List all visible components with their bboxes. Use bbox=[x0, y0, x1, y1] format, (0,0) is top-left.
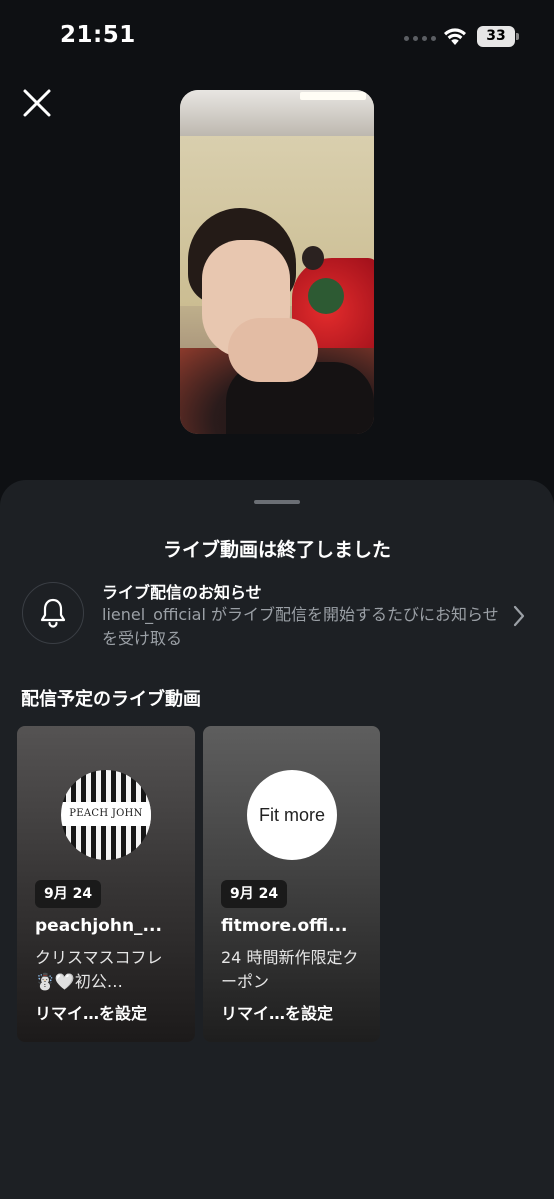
status-time: 21:51 bbox=[60, 22, 136, 48]
date-badge: 9月 24 bbox=[221, 880, 288, 908]
status-bar: 21:51 33 bbox=[0, 0, 554, 74]
date-badge: 9月 24 bbox=[35, 880, 102, 908]
close-button[interactable] bbox=[20, 86, 54, 120]
card-description: 24 時間新作限定クーポン bbox=[221, 948, 359, 991]
set-reminder-button[interactable]: リマイ…を設定 bbox=[221, 1000, 333, 1024]
chevron-right-icon bbox=[513, 605, 525, 627]
sheet-title: ライブ動画は終了しました bbox=[162, 539, 391, 561]
peachjohn-logo: PEACH JOHN bbox=[61, 770, 151, 860]
live-video-thumbnail bbox=[180, 90, 374, 434]
live-notification-row[interactable]: ライブ配信のお知らせ lienel_official がライブ配信を開始するたび… bbox=[0, 574, 554, 654]
signal-dots-icon bbox=[404, 36, 436, 41]
live-ended-sheet: ライブ動画は終了しました ライブ配信のお知らせ lienel_official … bbox=[0, 480, 554, 1199]
set-reminder-button[interactable]: リマイ…を設定 bbox=[35, 1000, 147, 1024]
scheduled-live-card[interactable]: Fit more 9月 24 fitmore.offi... 24 時間新作限定… bbox=[203, 726, 380, 1042]
scheduled-lives-title: 配信予定のライブ動画 bbox=[21, 689, 201, 710]
card-description: クリスマスコフレ☃️🤍初公… bbox=[35, 948, 163, 991]
fitmore-logo: Fit more bbox=[247, 770, 337, 860]
notify-description: lienel_official がライブ配信を開始するたびにお知らせを受け取る bbox=[102, 605, 499, 648]
notify-title: ライブ配信のお知らせ bbox=[102, 583, 262, 602]
sheet-drag-handle[interactable] bbox=[254, 500, 300, 504]
scheduled-live-card[interactable]: PEACH JOHN 9月 24 peachjohn_... クリスマスコフレ☃… bbox=[17, 726, 195, 1042]
battery-indicator: 33 bbox=[477, 26, 519, 47]
close-icon bbox=[23, 89, 51, 117]
bell-icon-circle bbox=[22, 582, 84, 644]
bell-icon bbox=[40, 598, 66, 628]
card-username: peachjohn_... bbox=[35, 916, 162, 936]
wifi-icon bbox=[444, 28, 466, 45]
card-username: fitmore.offi... bbox=[221, 916, 348, 936]
